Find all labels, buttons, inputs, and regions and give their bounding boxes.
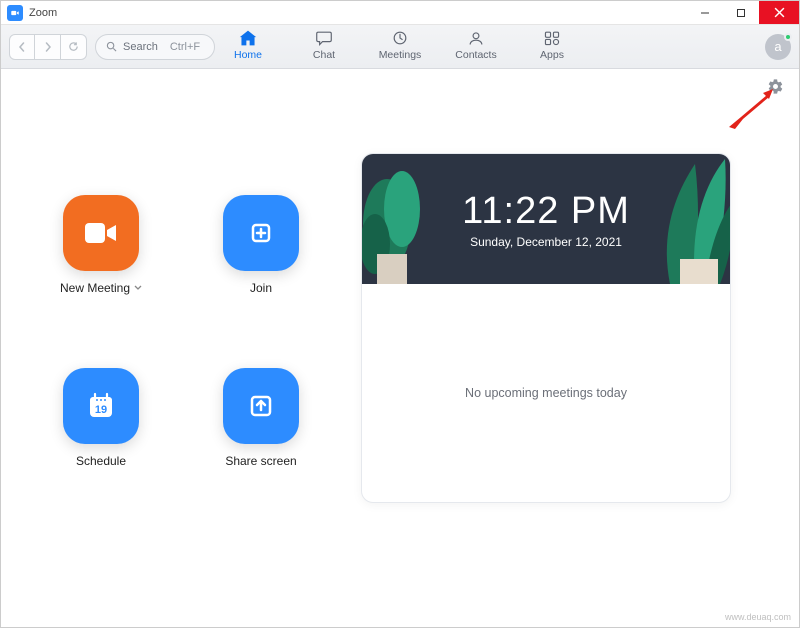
meetings-area: No upcoming meetings today (362, 284, 730, 502)
search-shortcut: Ctrl+F (170, 41, 200, 53)
back-button[interactable] (9, 34, 35, 60)
schedule-button[interactable]: 19 (63, 368, 139, 444)
tab-label: Apps (540, 49, 564, 61)
action-label: Join (250, 281, 272, 295)
tab-label: Meetings (379, 49, 422, 61)
action-grid: New Meeting Join (41, 195, 321, 503)
titlebar: Zoom (1, 1, 799, 25)
avatar-initial: a (774, 39, 781, 54)
tab-contacts[interactable]: Contacts (452, 29, 500, 61)
source-watermark: www.deuaq.com (725, 612, 791, 622)
home-content: New Meeting Join (1, 103, 799, 523)
plant-illustration-right (650, 154, 730, 284)
tab-label: Home (234, 49, 262, 61)
plant-illustration-left (362, 154, 432, 284)
window-title: Zoom (29, 7, 687, 19)
new-meeting-label-row[interactable]: New Meeting (60, 281, 142, 295)
toolbar: Search Ctrl+F Home Chat Meetings (1, 25, 799, 69)
search-placeholder: Search (123, 41, 158, 53)
settings-button[interactable] (765, 76, 785, 96)
tab-label: Contacts (455, 49, 496, 61)
home-icon (237, 29, 259, 47)
calendar-panel: 11:22 PM Sunday, December 12, 2021 No up… (361, 153, 731, 503)
action-share-screen: Share screen (201, 368, 321, 503)
main-tabs: Home Chat Meetings Contacts (224, 25, 576, 68)
search-box[interactable]: Search Ctrl+F (95, 34, 215, 60)
presence-indicator (784, 33, 792, 41)
clock-date: Sunday, December 12, 2021 (470, 235, 622, 249)
maximize-button[interactable] (723, 1, 759, 24)
tab-home[interactable]: Home (224, 29, 272, 61)
search-icon (106, 41, 117, 52)
action-label: Share screen (225, 454, 296, 468)
meetings-icon (389, 29, 411, 47)
no-meetings-text: No upcoming meetings today (465, 386, 627, 400)
window-controls (687, 1, 799, 24)
tab-chat[interactable]: Chat (300, 29, 348, 61)
minimize-button[interactable] (687, 1, 723, 24)
avatar-wrap: a (765, 34, 791, 60)
join-button[interactable] (223, 195, 299, 271)
action-label: Schedule (76, 454, 126, 468)
clock-card: 11:22 PM Sunday, December 12, 2021 (362, 154, 730, 284)
refresh-button[interactable] (61, 34, 87, 60)
forward-button[interactable] (35, 34, 61, 60)
share-screen-button[interactable] (223, 368, 299, 444)
apps-icon (541, 29, 563, 47)
chevron-down-icon (134, 285, 142, 291)
tab-meetings[interactable]: Meetings (376, 29, 424, 61)
settings-row (1, 69, 799, 103)
app-icon (7, 5, 23, 21)
action-join: Join (201, 195, 321, 330)
tab-label: Chat (313, 49, 335, 61)
action-schedule: 19 Schedule (41, 368, 161, 503)
user-avatar[interactable]: a (765, 34, 791, 60)
new-meeting-button[interactable] (63, 195, 139, 271)
close-button[interactable] (759, 1, 799, 24)
calendar-day: 19 (95, 404, 107, 416)
chat-icon (313, 29, 335, 47)
tab-apps[interactable]: Apps (528, 29, 576, 61)
clock-time: 11:22 PM (462, 190, 630, 233)
nav-buttons (9, 34, 87, 60)
contacts-icon (465, 29, 487, 47)
action-new-meeting: New Meeting (41, 195, 161, 330)
action-label: New Meeting (60, 281, 130, 295)
